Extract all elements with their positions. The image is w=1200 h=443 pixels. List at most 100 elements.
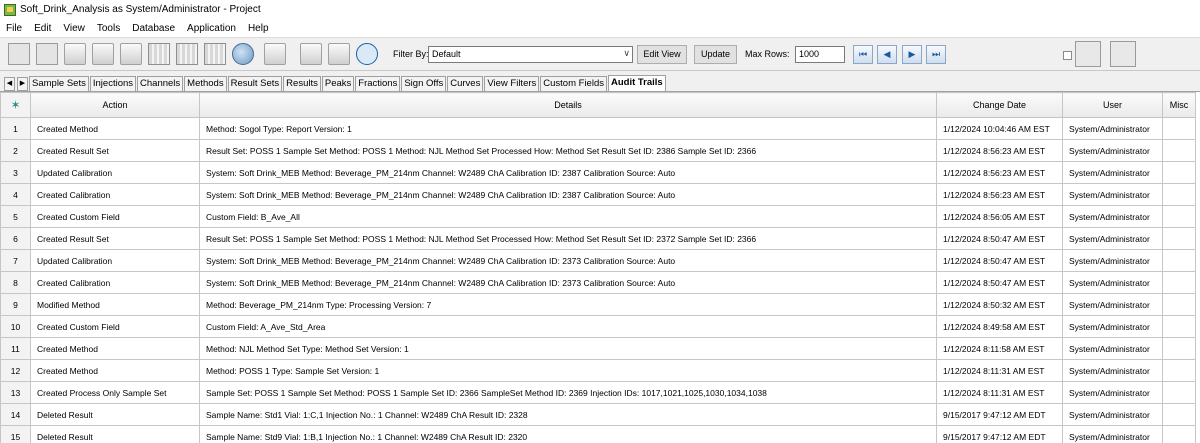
table-row[interactable]: 1Created MethodMethod: Sogol Type: Repor… xyxy=(1,118,1196,140)
tab-curves[interactable]: Curves xyxy=(447,76,483,91)
toolbar-checkbox[interactable] xyxy=(1063,51,1072,60)
menu-view[interactable]: View xyxy=(57,23,91,34)
globe-icon[interactable] xyxy=(232,43,254,65)
tab-fractions[interactable]: Fractions xyxy=(355,76,400,91)
table-row[interactable]: 15Deleted ResultSample Name: Std9 Vial: … xyxy=(1,426,1196,443)
row-number[interactable]: 7 xyxy=(1,250,31,272)
row-number[interactable]: 1 xyxy=(1,118,31,140)
table-body: 1Created MethodMethod: Sogol Type: Repor… xyxy=(1,118,1196,443)
table-row[interactable]: 14Deleted ResultSample Name: Std1 Vial: … xyxy=(1,404,1196,426)
row-number[interactable]: 9 xyxy=(1,294,31,316)
update-button[interactable]: Update xyxy=(694,45,737,64)
tab-sample-sets[interactable]: Sample Sets xyxy=(29,76,89,91)
table-row[interactable]: 12Created MethodMethod: POSS 1 Type: Sam… xyxy=(1,360,1196,382)
row-number[interactable]: 4 xyxy=(1,184,31,206)
tab-results[interactable]: Results xyxy=(283,76,321,91)
select-all-corner[interactable] xyxy=(1,93,31,118)
preview-icon[interactable] xyxy=(64,43,86,65)
cell-details: Method: POSS 1 Type: Sample Set Version:… xyxy=(200,360,937,382)
print-icon[interactable] xyxy=(120,43,142,65)
menu-database[interactable]: Database xyxy=(126,23,181,34)
table-row[interactable]: 5Created Custom FieldCustom Field: B_Ave… xyxy=(1,206,1196,228)
tab-channels[interactable]: Channels xyxy=(137,76,183,91)
cell-change-date: 1/12/2024 8:56:05 AM EST xyxy=(937,206,1063,228)
back-circle-icon[interactable] xyxy=(356,43,378,65)
edit-view-button[interactable]: Edit View xyxy=(637,45,687,64)
filter-select[interactable]: Default ∨ xyxy=(428,46,633,63)
menu-edit[interactable]: Edit xyxy=(28,23,57,34)
max-rows-input[interactable]: 1000 xyxy=(795,46,845,63)
tab-peaks[interactable]: Peaks xyxy=(322,76,354,91)
cell-misc xyxy=(1163,250,1196,272)
col-header-user[interactable]: User xyxy=(1063,93,1163,118)
cell-details: Sample Name: Std9 Vial: 1:B,1 Injection … xyxy=(200,426,937,443)
col-header-change-date[interactable]: Change Date xyxy=(937,93,1063,118)
audit-trail-grid: Action Details Change Date User Misc 1Cr… xyxy=(0,91,1200,443)
menu-bar: File Edit View Tools Database Applicatio… xyxy=(0,19,1200,37)
tab-audit-trails[interactable]: Audit Trails xyxy=(608,75,666,91)
export-grid-icon[interactable] xyxy=(1075,41,1101,67)
next-page-icon[interactable]: ▶ xyxy=(902,45,922,64)
col-header-action[interactable]: Action xyxy=(31,93,200,118)
table-row[interactable]: 13Created Process Only Sample SetSample … xyxy=(1,382,1196,404)
paste-icon[interactable] xyxy=(328,43,350,65)
table-row[interactable]: 10Created Custom FieldCustom Field: A_Av… xyxy=(1,316,1196,338)
row-number[interactable]: 10 xyxy=(1,316,31,338)
table-row[interactable]: 9Modified MethodMethod: Beverage_PM_214n… xyxy=(1,294,1196,316)
row-number[interactable]: 14 xyxy=(1,404,31,426)
cell-misc xyxy=(1163,316,1196,338)
row-number[interactable]: 13 xyxy=(1,382,31,404)
copy-icon[interactable] xyxy=(264,43,286,65)
table-row[interactable]: 8Created CalibrationSystem: Soft Drink_M… xyxy=(1,272,1196,294)
cell-details: System: Soft Drink_MEB Method: Beverage_… xyxy=(200,184,937,206)
tab-methods[interactable]: Methods xyxy=(184,76,226,91)
table-row[interactable]: 6Created Result SetResult Set: POSS 1 Sa… xyxy=(1,228,1196,250)
first-page-icon[interactable]: ⏮ xyxy=(853,45,873,64)
table-row[interactable]: 7Updated CalibrationSystem: Soft Drink_M… xyxy=(1,250,1196,272)
previous-page-icon[interactable]: ◀ xyxy=(877,45,897,64)
tab-view-filters[interactable]: View Filters xyxy=(484,76,539,91)
menu-help[interactable]: Help xyxy=(242,23,275,34)
filter-label: Filter By: xyxy=(393,49,429,59)
cell-action: Created Method xyxy=(31,118,200,140)
cell-user: System/Administrator xyxy=(1063,404,1163,426)
cell-user: System/Administrator xyxy=(1063,360,1163,382)
tab-injections[interactable]: Injections xyxy=(90,76,136,91)
pen-icon[interactable] xyxy=(176,43,198,65)
view-text-icon[interactable] xyxy=(36,43,58,65)
menu-tools[interactable]: Tools xyxy=(91,23,126,34)
table-row[interactable]: 11Created MethodMethod: NJL Method Set T… xyxy=(1,338,1196,360)
row-number[interactable]: 12 xyxy=(1,360,31,382)
row-number[interactable]: 8 xyxy=(1,272,31,294)
cell-change-date: 1/12/2024 8:11:58 AM EST xyxy=(937,338,1063,360)
tab-scroll-left-icon[interactable]: ◀ xyxy=(4,77,15,91)
table-row[interactable]: 3Updated CalibrationSystem: Soft Drink_M… xyxy=(1,162,1196,184)
row-number[interactable]: 15 xyxy=(1,426,31,443)
row-number[interactable]: 6 xyxy=(1,228,31,250)
tab-sign-offs[interactable]: Sign Offs xyxy=(401,76,446,91)
tab-scroll-right-icon[interactable]: ▶ xyxy=(17,77,28,91)
menu-application[interactable]: Application xyxy=(181,23,242,34)
table-row[interactable]: 4Created CalibrationSystem: Soft Drink_M… xyxy=(1,184,1196,206)
table-row[interactable]: 2Created Result SetResult Set: POSS 1 Sa… xyxy=(1,140,1196,162)
row-number[interactable]: 11 xyxy=(1,338,31,360)
row-number[interactable]: 2 xyxy=(1,140,31,162)
cell-misc xyxy=(1163,382,1196,404)
col-header-misc[interactable]: Misc xyxy=(1163,93,1196,118)
cell-misc xyxy=(1163,206,1196,228)
copy-to-icon[interactable] xyxy=(300,43,322,65)
tab-custom-fields[interactable]: Custom Fields xyxy=(540,76,607,91)
last-page-icon[interactable]: ⏭ xyxy=(926,45,946,64)
select-grid-icon[interactable] xyxy=(1110,41,1136,67)
vials-icon[interactable] xyxy=(204,43,226,65)
font-icon[interactable] xyxy=(8,43,30,65)
col-header-details[interactable]: Details xyxy=(200,93,937,118)
cell-user: System/Administrator xyxy=(1063,338,1163,360)
tab-result-sets[interactable]: Result Sets xyxy=(228,76,283,91)
report-icon[interactable] xyxy=(148,43,170,65)
row-number[interactable]: 3 xyxy=(1,162,31,184)
review-icon[interactable] xyxy=(92,43,114,65)
row-number[interactable]: 5 xyxy=(1,206,31,228)
cell-change-date: 9/15/2017 9:47:12 AM EDT xyxy=(937,426,1063,443)
menu-file[interactable]: File xyxy=(0,23,28,34)
